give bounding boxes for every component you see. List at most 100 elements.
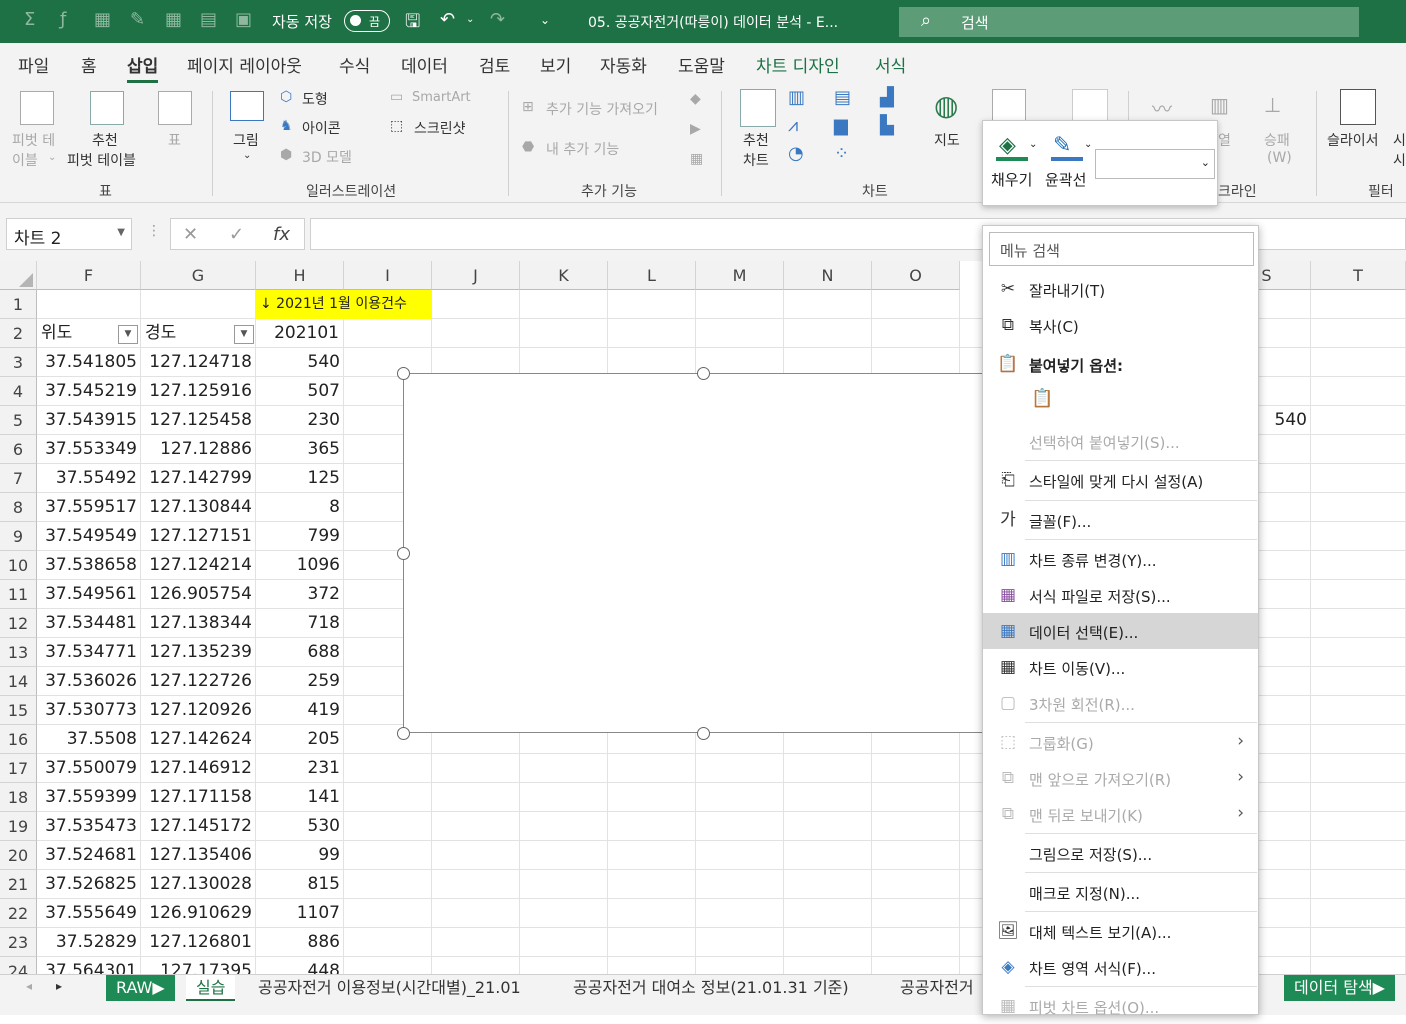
cell-longitude[interactable]: 127.145172 xyxy=(141,812,256,841)
cell-longitude[interactable]: 127.135406 xyxy=(141,841,256,870)
row-header[interactable]: 1 xyxy=(0,290,37,319)
tab-view[interactable]: 보기 xyxy=(540,52,571,77)
column-header[interactable]: G xyxy=(141,261,256,290)
sheet-tab-usage[interactable]: 공공자전거 이용정보(시간대별)_21.01 xyxy=(248,975,531,1001)
tab-home[interactable]: 홈 xyxy=(81,52,97,77)
sheet-tab-partial[interactable]: 공공자전거 xyxy=(890,975,984,1001)
people-graph-icon[interactable]: ▦ xyxy=(690,151,703,167)
cell-longitude[interactable]: 127.130844 xyxy=(141,493,256,522)
sheet-tab-stations[interactable]: 공공자전거 대여소 정보(21.01.31 기준) xyxy=(563,975,859,1001)
fill-label[interactable]: 채우기 xyxy=(991,169,1032,190)
menu-item-pivot-chart-options[interactable]: ▦ 피벗 차트 옵션(O)... xyxy=(983,988,1258,1024)
row-header[interactable]: 13 xyxy=(0,638,37,667)
row-header[interactable]: 3 xyxy=(0,348,37,377)
row-header[interactable]: 10 xyxy=(0,551,37,580)
cell-count[interactable]: 1107 xyxy=(256,899,344,928)
column-header[interactable]: J xyxy=(432,261,520,290)
menu-item-paste-special[interactable]: 선택하여 붙여넣기(S)... xyxy=(983,423,1258,459)
cell-longitude[interactable]: 127.125916 xyxy=(141,377,256,406)
cell-longitude[interactable]: 127.12886 xyxy=(141,435,256,464)
redo-icon[interactable]: ↷ xyxy=(490,9,505,30)
shapes-label[interactable]: 도형 xyxy=(302,89,328,109)
statistic-chart-icon[interactable]: ▆ xyxy=(834,115,848,136)
column-header[interactable]: L xyxy=(608,261,696,290)
tab-page-layout[interactable]: 페이지 레이아웃 xyxy=(187,52,302,77)
cell-latitude[interactable]: 37.543915 xyxy=(37,406,141,435)
filter-dropdown-icon[interactable]: ▼ xyxy=(118,325,138,344)
column-header[interactable]: K xyxy=(520,261,608,290)
menu-item-move-chart[interactable]: ▦ 차트 이동(V)... xyxy=(983,649,1258,685)
cell-count[interactable]: 886 xyxy=(256,928,344,957)
customize-qat-icon[interactable]: ⌄ xyxy=(540,13,550,27)
menu-item-select-data[interactable]: ▦ 데이터 선택(E)... xyxy=(983,613,1258,649)
cell-longitude[interactable]: 127.17395 xyxy=(141,957,256,974)
tab-format[interactable]: 서식 xyxy=(875,52,906,77)
hierarchy-chart-icon[interactable]: ▤ xyxy=(834,87,851,108)
cell-latitude[interactable]: 37.5508 xyxy=(37,725,141,754)
timeline-label-2[interactable]: 시 xyxy=(1393,150,1406,170)
cell-latitude[interactable]: 37.549561 xyxy=(37,580,141,609)
cell-latitude[interactable]: 37.550079 xyxy=(37,754,141,783)
cell-count[interactable]: 718 xyxy=(256,609,344,638)
chart-object[interactable] xyxy=(403,373,1003,733)
menu-item-save-as-picture[interactable]: 그림으로 저장(S)... xyxy=(983,835,1258,871)
chevron-down-icon[interactable]: ▼ xyxy=(117,227,125,238)
recommended-charts-label-1[interactable]: 추천 xyxy=(743,130,769,150)
tab-help[interactable]: 도움말 xyxy=(678,52,725,77)
cell-count[interactable]: 1096 xyxy=(256,551,344,580)
cell-longitude[interactable]: 127.122726 xyxy=(141,667,256,696)
row-header[interactable]: 12 xyxy=(0,609,37,638)
cell-longitude[interactable]: 127.142799 xyxy=(141,464,256,493)
scroll-right-icon[interactable]: ▸ xyxy=(56,979,62,993)
pie-chart-icon[interactable]: ◔ xyxy=(788,143,804,164)
row-header[interactable]: 15 xyxy=(0,696,37,725)
cell-latitude[interactable]: 37.559399 xyxy=(37,783,141,812)
undo-dropdown-icon[interactable]: ⌄ xyxy=(466,14,474,25)
column-header[interactable]: H xyxy=(256,261,344,290)
cell-longitude[interactable]: 127.138344 xyxy=(141,609,256,638)
grid-icon[interactable]: ▦ xyxy=(165,9,182,30)
cell-latitude[interactable]: 37.55492 xyxy=(37,464,141,493)
pivot-table-label-1[interactable]: 피벗 테 xyxy=(12,130,55,150)
cell-count[interactable]: 230 xyxy=(256,406,344,435)
cell-latitude[interactable]: 37.530773 xyxy=(37,696,141,725)
function-icon[interactable]: ƒ xyxy=(60,9,66,30)
cell-longitude[interactable]: 127.146912 xyxy=(141,754,256,783)
resize-handle[interactable] xyxy=(397,367,410,380)
cell-latitude[interactable]: 37.559517 xyxy=(37,493,141,522)
cell-latitude[interactable]: 37.52829 xyxy=(37,928,141,957)
cell-latitude[interactable]: 37.538658 xyxy=(37,551,141,580)
autosave-toggle[interactable]: 끔 xyxy=(344,10,390,32)
row-header[interactable]: 11 xyxy=(0,580,37,609)
select-all-corner[interactable] xyxy=(0,261,37,290)
cell-latitude[interactable]: 37.536026 xyxy=(37,667,141,696)
menu-item-font[interactable]: 가 글꼴(F)... xyxy=(983,502,1258,538)
cell-latitude[interactable]: 37.535473 xyxy=(37,812,141,841)
row-header[interactable]: 22 xyxy=(0,899,37,928)
row-header[interactable]: 19 xyxy=(0,812,37,841)
filter-dropdown-icon[interactable]: ▼ xyxy=(234,325,254,344)
resize-handle[interactable] xyxy=(697,367,710,380)
cell-count[interactable]: 231 xyxy=(256,754,344,783)
column-header[interactable]: T xyxy=(1311,261,1406,290)
row-header[interactable]: 18 xyxy=(0,783,37,812)
cell-longitude[interactable]: 127.126801 xyxy=(141,928,256,957)
pen-outline-icon[interactable]: ✎ xyxy=(1053,133,1071,158)
sparkline-line-icon[interactable]: 〰 xyxy=(1152,93,1172,122)
row-header[interactable]: 4 xyxy=(0,377,37,406)
screenshot-label[interactable]: 스크린샷 xyxy=(414,118,466,138)
cell-count[interactable]: 688 xyxy=(256,638,344,667)
cell-longitude[interactable]: 126.910629 xyxy=(141,899,256,928)
waterfall-chart-icon[interactable]: ▟ xyxy=(880,87,894,108)
tab-insert[interactable]: 삽입 xyxy=(127,52,159,83)
cell-longitude[interactable]: 126.905754 xyxy=(141,580,256,609)
cell-latitude[interactable]: 37.534771 xyxy=(37,638,141,667)
sparkline-column-label[interactable]: 열 xyxy=(1218,130,1231,150)
my-addins-label[interactable]: 내 추가 기능 xyxy=(546,139,619,159)
cell-latitude[interactable]: 37.524681 xyxy=(37,841,141,870)
sheet-tab-raw[interactable]: RAW▶ xyxy=(106,975,175,1001)
sparkline-column-icon[interactable]: ▥ xyxy=(1210,93,1229,117)
picture-button-label[interactable]: 그림 xyxy=(233,130,259,150)
row-header[interactable]: 17 xyxy=(0,754,37,783)
chevron-down-icon[interactable]: ⌄ xyxy=(1029,139,1037,150)
